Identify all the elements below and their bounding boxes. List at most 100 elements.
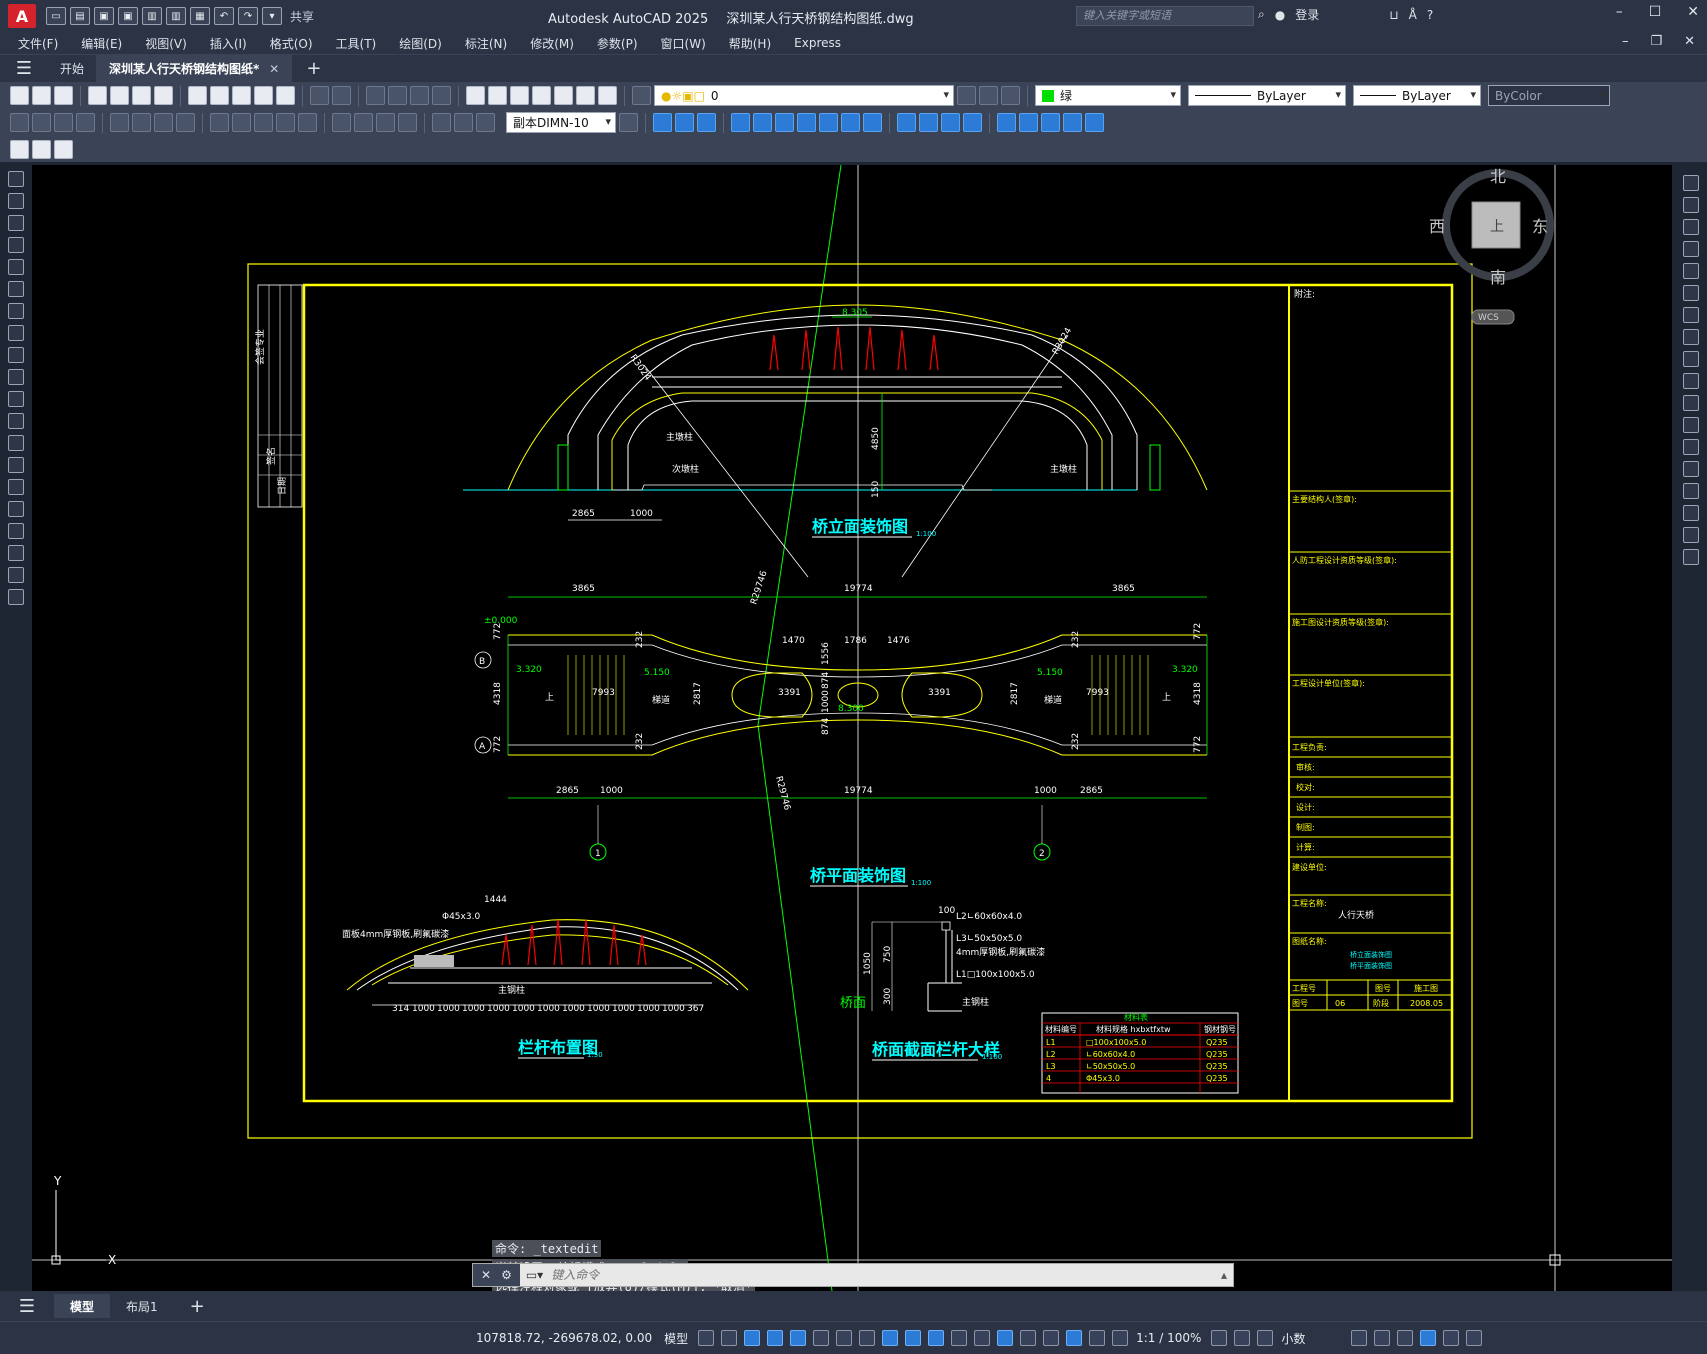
units-icon[interactable] (1257, 1330, 1274, 1346)
line-icon[interactable] (8, 171, 24, 187)
transparency-icon[interactable] (928, 1330, 945, 1346)
plot-icon[interactable]: ▦ (190, 7, 210, 25)
diameter-icon[interactable] (154, 113, 173, 132)
properties-icon[interactable] (466, 86, 485, 105)
maximize-icon[interactable]: ☐ (1649, 4, 1662, 20)
erase-icon[interactable] (1683, 175, 1699, 191)
help-search-input[interactable]: 键入关键字或短语 (1076, 6, 1254, 26)
extrude-icon[interactable] (731, 113, 750, 132)
tab-drawing[interactable]: 深圳某人行天桥钢结构图纸* ✕ (97, 54, 293, 83)
fillet-icon[interactable] (1683, 505, 1699, 521)
tab-layout1[interactable]: 布局1 (110, 1294, 174, 1318)
stretch-icon[interactable] (1683, 351, 1699, 367)
aligned-dim-icon[interactable] (32, 113, 51, 132)
gizmo-icon[interactable] (1043, 1330, 1060, 1346)
attribute-tool-icon[interactable] (54, 139, 73, 159)
layer-state-icon[interactable] (1001, 86, 1020, 105)
menu-item-12[interactable]: Express (794, 36, 841, 50)
doc-close-icon[interactable]: ✕ (1684, 34, 1695, 49)
layer-dropdown[interactable]: ●☼▣□ 0 (654, 85, 954, 106)
union-icon[interactable] (819, 113, 838, 132)
add-layout-icon[interactable]: + (174, 1294, 221, 1318)
command-input[interactable] (543, 1268, 1164, 1282)
doc-restore-icon[interactable]: ❐ (1650, 34, 1662, 49)
dynamic-input-icon[interactable] (767, 1330, 784, 1346)
graphics-performance-icon[interactable] (1420, 1330, 1437, 1346)
share-button[interactable]: 共享 (290, 8, 314, 25)
3d-osnap-icon[interactable] (974, 1330, 991, 1346)
color-dropdown[interactable]: 绿 (1035, 85, 1181, 106)
menu-hamburger-icon[interactable]: ☰ (0, 58, 48, 79)
center-mark-icon[interactable] (354, 113, 373, 132)
scale-icon[interactable] (1683, 329, 1699, 345)
shell-icon[interactable] (1063, 113, 1082, 132)
linetype-dropdown[interactable]: ByLayer (1188, 85, 1346, 106)
tolerance-icon[interactable] (332, 113, 351, 132)
new-file-icon[interactable]: ▭ (46, 7, 66, 25)
save-tb-icon[interactable] (54, 86, 73, 105)
block-editor-icon[interactable] (276, 86, 295, 105)
spline-icon[interactable] (8, 347, 24, 363)
baseline-icon[interactable] (232, 113, 251, 132)
polygon-icon[interactable] (8, 237, 24, 253)
loft-icon[interactable] (797, 113, 816, 132)
new-tab-icon[interactable]: + (306, 58, 321, 79)
viewcube-north[interactable]: 北 (1490, 167, 1506, 186)
menu-item-9[interactable]: 参数(P) (597, 35, 638, 52)
menu-item-10[interactable]: 窗口(W) (661, 35, 706, 52)
thicken-icon[interactable] (919, 113, 938, 132)
login-button[interactable]: 登录 (1295, 6, 1319, 23)
customize-qat-icon[interactable]: ▾ (262, 7, 282, 25)
angular-icon[interactable] (176, 113, 195, 132)
linear-dim-icon[interactable] (10, 113, 29, 132)
publish-icon[interactable] (132, 86, 151, 105)
hatch-icon[interactable] (8, 479, 24, 495)
jogged-linear-icon[interactable] (398, 113, 417, 132)
dynamic-ucs-icon[interactable] (997, 1330, 1014, 1346)
undo-tb-icon[interactable] (310, 86, 329, 105)
rotate-icon[interactable] (1683, 307, 1699, 323)
menu-item-6[interactable]: 绘图(D) (399, 35, 442, 52)
mirror-icon[interactable] (1683, 219, 1699, 235)
match-prop-icon[interactable] (254, 86, 273, 105)
zoom-realtime-icon[interactable] (388, 86, 407, 105)
menu-item-5[interactable]: 工具(T) (336, 35, 377, 52)
clean-screen-icon[interactable] (1443, 1330, 1460, 1346)
make-block-icon[interactable] (8, 435, 24, 451)
workspace-icon[interactable] (1211, 1330, 1228, 1346)
arc-length-icon[interactable] (54, 113, 73, 132)
extrude-face-icon[interactable] (997, 113, 1016, 132)
dimstyle-icon[interactable] (619, 113, 638, 132)
revolve-icon[interactable] (753, 113, 772, 132)
menu-item-3[interactable]: 插入(I) (210, 35, 247, 52)
open-file-icon[interactable]: ▤ (70, 7, 90, 25)
publish-3d-icon[interactable] (154, 86, 173, 105)
quick-dim-icon[interactable] (210, 113, 229, 132)
viewcube-top[interactable]: 上 (1490, 219, 1504, 235)
chamfer-icon[interactable] (1683, 483, 1699, 499)
cylinder-icon[interactable] (675, 113, 694, 132)
menu-item-7[interactable]: 标注(N) (465, 35, 507, 52)
box-icon[interactable] (653, 113, 672, 132)
undo-icon[interactable]: ↶ (214, 7, 234, 25)
array-icon[interactable] (1683, 263, 1699, 279)
ellipse-arc-icon[interactable] (8, 391, 24, 407)
ordinate-icon[interactable] (76, 113, 95, 132)
add-selected-icon[interactable] (8, 589, 24, 605)
block-tool-icon[interactable] (10, 139, 29, 159)
cmd-customize-icon[interactable]: ⚙ (501, 1268, 512, 1282)
copy-icon[interactable] (1683, 197, 1699, 213)
web-mobile-save-icon[interactable]: ▥ (166, 7, 186, 25)
drawing-area[interactable]: .y { stroke:#ffff00; fill:none; } .w { s… (32, 165, 1672, 1291)
break-icon[interactable] (1683, 439, 1699, 455)
infer-icon[interactable] (744, 1330, 761, 1346)
insert-tool-icon[interactable] (32, 139, 51, 159)
pan-icon[interactable] (366, 86, 385, 105)
quickcalc-icon[interactable] (576, 86, 595, 105)
viewcube-west[interactable]: 西 (1429, 217, 1445, 236)
tab-model[interactable]: 模型 (54, 1294, 111, 1318)
wedge-icon[interactable] (697, 113, 716, 132)
close-icon[interactable]: ✕ (1687, 4, 1699, 20)
annotation-scale[interactable]: 1:1 / 100% (1136, 1331, 1201, 1345)
offset-face-icon[interactable] (1041, 113, 1060, 132)
